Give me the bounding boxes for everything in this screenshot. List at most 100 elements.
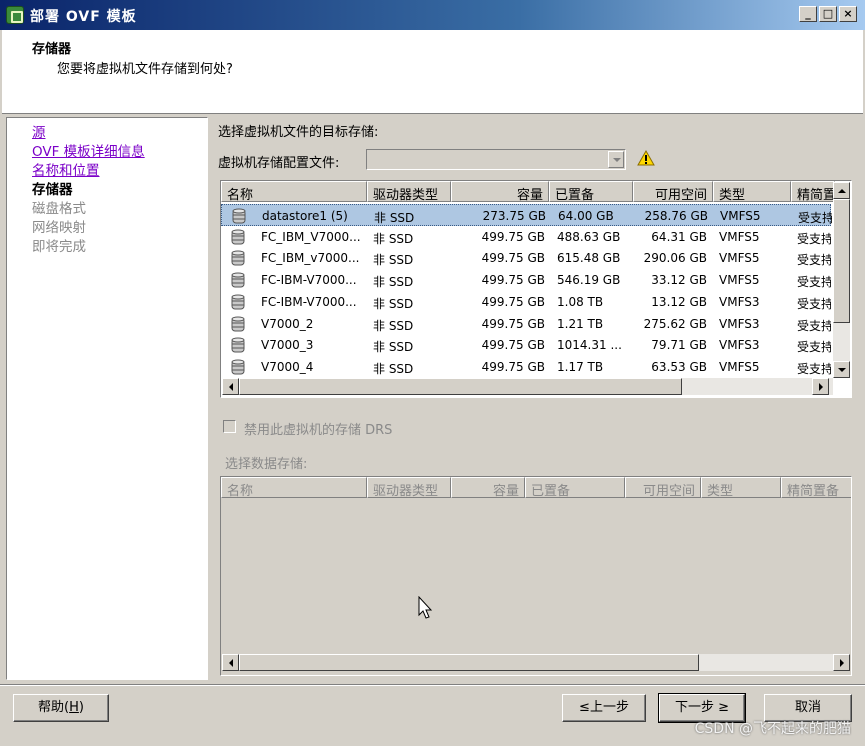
back-prefix: ≤: [579, 700, 590, 715]
cell-capacity: 499.75 GB: [481, 294, 545, 309]
cell-type: VMFS5: [719, 359, 760, 374]
cell-type: VMFS5: [719, 273, 760, 288]
table-row[interactable]: V7000_3 非 SSD 499.75 GB 1014.31 ... 79.71 GB…: [221, 334, 831, 356]
datastore-icon: [231, 316, 245, 331]
datastore-table: 名称 驱动器类型 容量 已置备 可用空间 类型 精简置 datastore1 (…: [220, 180, 852, 398]
close-button[interactable]: ×: [839, 6, 857, 22]
cell-type: VMFS3: [719, 294, 760, 309]
horizontal-scroll-thumb[interactable]: [239, 378, 682, 395]
minimize-button[interactable]: _: [799, 6, 817, 22]
horizontal-scroll-thumb[interactable]: [239, 654, 699, 671]
cell-free-space: 79.71 GB: [651, 338, 707, 353]
column-header-name: 名称: [221, 477, 367, 498]
title-bar: 部署 OVF 模板 _ □ ×: [0, 0, 865, 30]
cell-drive-type: 非 SSD: [373, 361, 414, 376]
horizontal-scrollbar[interactable]: [222, 378, 833, 395]
cell-capacity: 273.75 GB: [482, 209, 546, 223]
nav-step-source[interactable]: 源: [32, 121, 46, 141]
vertical-scroll-thumb[interactable]: [833, 199, 850, 323]
column-header-type: 类型: [701, 477, 781, 498]
datastore-icon: [231, 250, 245, 266]
select-target-label: 选择虚拟机文件的目标存储:: [218, 125, 379, 140]
cell-name: datastore1 (5): [262, 209, 348, 223]
next-label: 下一步: [674, 700, 714, 715]
disable-drs-checkbox[interactable]: [223, 420, 236, 433]
cell-free-space: 13.12 GB: [651, 294, 707, 309]
table-row[interactable]: FC-IBM-V7000... 非 SSD 499.75 GB 546.19 GB 33…: [221, 269, 831, 291]
table-row[interactable]: V7000_2 非 SSD 499.75 GB 1.21 TB 275.62 GB VMF…: [221, 313, 831, 335]
column-header-provisioned: 已置备: [525, 477, 625, 498]
cell-name: FC-IBM-V7000...: [261, 294, 357, 309]
cell-free-space: 33.12 GB: [651, 273, 707, 288]
scroll-right-icon[interactable]: [812, 378, 829, 395]
datastore-icon: [231, 337, 245, 353]
column-header-drive-type[interactable]: 驱动器类型: [367, 181, 451, 202]
column-header-free-space[interactable]: 可用空间: [633, 181, 713, 202]
cell-free-space: 275.62 GB: [643, 316, 707, 331]
cell-name: FC_IBM_V7000...: [261, 229, 361, 244]
disable-drs-label: 禁用此虚拟机的存储 DRS: [244, 423, 393, 438]
cell-type: VMFS3: [719, 338, 760, 353]
help-accelerator: H: [69, 700, 79, 715]
scroll-left-icon[interactable]: [222, 654, 239, 671]
horizontal-scrollbar[interactable]: [222, 654, 850, 671]
nav-step-ready: 即将完成: [32, 239, 86, 255]
datastore-icon: [231, 359, 245, 375]
cell-type: VMFS3: [719, 316, 760, 331]
column-header-type[interactable]: 类型: [713, 181, 791, 202]
warning-icon: [637, 150, 655, 166]
cell-drive-type: 非 SSD: [374, 211, 415, 225]
column-header-capacity[interactable]: 容量: [451, 181, 549, 202]
cell-provisioned: 1.08 TB: [557, 294, 604, 309]
help-label: 帮助(: [38, 700, 70, 715]
nav-step-name-location[interactable]: 名称和位置: [32, 159, 100, 179]
chevron-down-icon[interactable]: [608, 151, 624, 168]
nav-step-ovf-details[interactable]: OVF 模板详细信息: [32, 140, 145, 160]
cell-thin: 受支持: [797, 318, 831, 333]
back-label: 上一步: [589, 700, 629, 715]
scroll-down-icon[interactable]: [833, 361, 850, 378]
cell-name: V7000_2: [261, 316, 314, 331]
nav-step-network-mapping: 网络映射: [32, 220, 86, 236]
table-row[interactable]: datastore1 (5) 非 SSD 273.75 GB 64.00 GB 258.…: [221, 204, 832, 226]
cell-thin: 受支持: [797, 340, 831, 355]
column-header-name[interactable]: 名称: [221, 181, 367, 202]
scroll-left-icon[interactable]: [222, 378, 239, 395]
vertical-scrollbar[interactable]: [833, 182, 850, 378]
cell-drive-type: 非 SSD: [373, 318, 414, 333]
cell-thin: 受支持: [797, 275, 831, 290]
table-row[interactable]: FC-IBM-V7000... 非 SSD 499.75 GB 1.08 TB 13.1…: [221, 291, 831, 313]
table-row[interactable]: FC_IBM_V7000... 非 SSD 499.75 GB 488.63 GB 64…: [221, 226, 831, 248]
cell-provisioned: 64.00 GB: [558, 209, 614, 223]
column-header-thin: 精简置备: [781, 477, 851, 498]
table-row[interactable]: FC_IBM_v7000... 非 SSD 499.75 GB 615.48 GB 29…: [221, 247, 831, 269]
cell-provisioned: 1014.31 ...: [557, 338, 622, 353]
scroll-up-icon[interactable]: [833, 182, 850, 199]
storage-profile-select[interactable]: [366, 149, 626, 170]
cell-name: V7000_4: [261, 359, 314, 374]
footer-divider: [0, 684, 865, 686]
cell-thin: 受支持: [797, 361, 831, 376]
datastore-icon: [231, 294, 245, 310]
cell-capacity: 499.75 GB: [481, 359, 545, 374]
cell-type: VMFS5: [720, 209, 761, 223]
cell-provisioned: 1.17 TB: [557, 359, 604, 374]
cell-free-space: 258.76 GB: [644, 209, 708, 223]
cell-drive-type: 非 SSD: [373, 253, 414, 268]
maximize-button[interactable]: □: [819, 6, 837, 22]
page-title: 存储器: [32, 42, 72, 57]
table-row[interactable]: V7000_4 非 SSD 499.75 GB 1.17 TB 63.53 GB VMFS…: [221, 356, 831, 378]
cell-capacity: 499.75 GB: [481, 338, 545, 353]
back-button[interactable]: ≤上一步: [562, 694, 646, 722]
datastore-icon: [231, 272, 245, 288]
cell-provisioned: 615.48 GB: [557, 251, 621, 266]
column-header-provisioned[interactable]: 已置备: [549, 181, 633, 202]
help-button[interactable]: 帮助(H): [13, 694, 109, 722]
column-header-thin[interactable]: 精简置: [791, 181, 835, 202]
datastore-cluster-table: 名称 驱动器类型 容量 已置备 可用空间 类型 精简置备: [220, 476, 852, 676]
watermark: CSDN @飞不起来的肥猫: [694, 721, 851, 737]
scroll-right-icon[interactable]: [833, 654, 850, 671]
table2-header: 名称 驱动器类型 容量 已置备 可用空间 类型 精简置备: [221, 477, 851, 498]
cell-drive-type: 非 SSD: [373, 296, 414, 311]
cell-capacity: 499.75 GB: [481, 316, 545, 331]
